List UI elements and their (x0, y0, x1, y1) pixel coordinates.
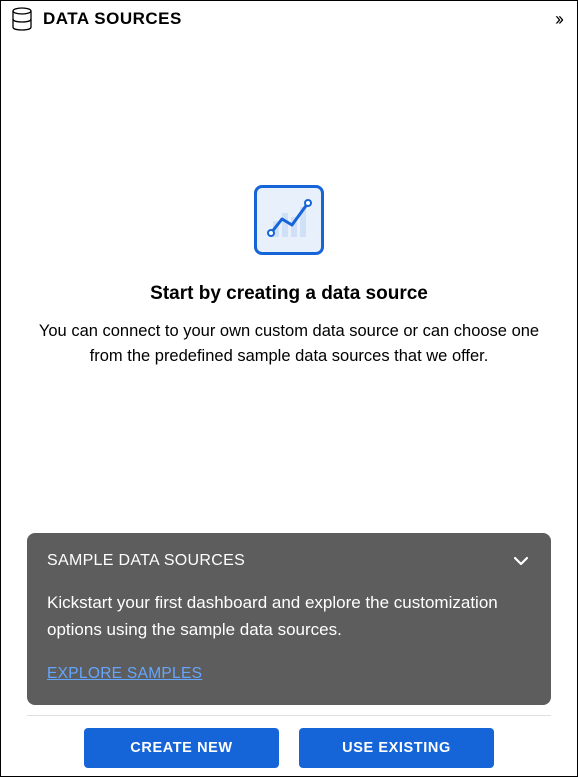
header-left: DATA SOURCES (11, 7, 182, 31)
divider (27, 715, 551, 716)
main-content: Start by creating a data source You can … (1, 35, 577, 776)
panel-header: DATA SOURCES ›› (1, 1, 577, 35)
use-existing-button[interactable]: USE EXISTING (299, 728, 494, 768)
create-new-button[interactable]: CREATE NEW (84, 728, 279, 768)
footer-actions: CREATE NEW USE EXISTING (64, 728, 514, 776)
empty-state-title: Start by creating a data source (150, 283, 428, 305)
chevron-down-icon (511, 551, 531, 571)
panel-title: DATA SOURCES (43, 9, 182, 29)
sample-data-card: SAMPLE DATA SOURCES Kickstart your first… (27, 533, 551, 705)
sample-card-header[interactable]: SAMPLE DATA SOURCES (47, 551, 531, 571)
empty-state: Start by creating a data source You can … (21, 35, 557, 533)
empty-state-description: You can connect to your own custom data … (21, 319, 557, 369)
explore-samples-link[interactable]: EXPLORE SAMPLES (47, 665, 202, 682)
data-sources-panel: DATA SOURCES ›› Start by creating a data… (0, 0, 578, 777)
collapse-icon[interactable]: ›› (555, 10, 567, 28)
sample-card-description: Kickstart your first dashboard and explo… (47, 589, 531, 643)
sample-card-title: SAMPLE DATA SOURCES (47, 552, 245, 570)
chart-icon (254, 185, 324, 255)
database-icon (11, 7, 33, 31)
